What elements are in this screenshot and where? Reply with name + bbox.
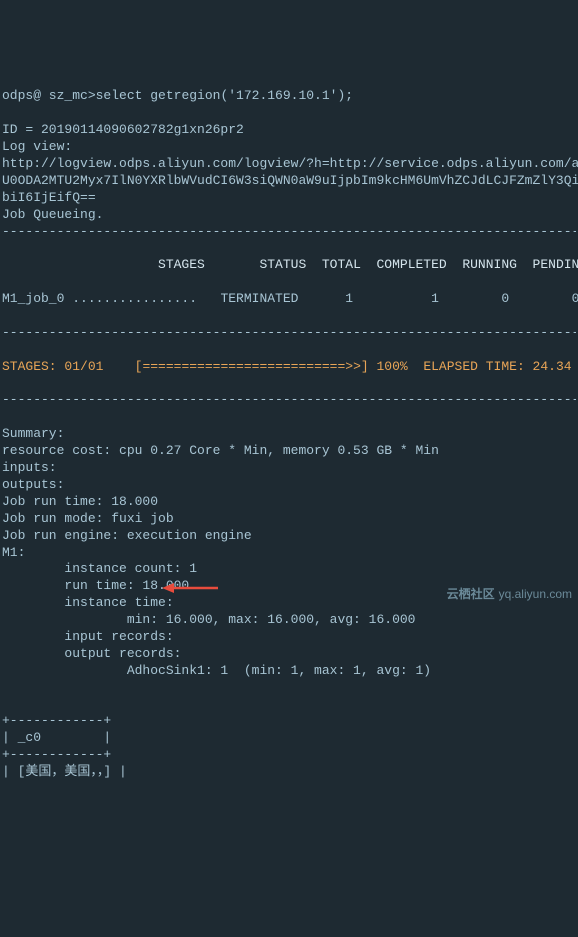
result-row: | [美国，美国，，] | bbox=[2, 764, 127, 779]
m1-instance-time-values: min: 16.000, max: 16.000, avg: 16.000 bbox=[2, 612, 415, 627]
m1-output-records: output records: bbox=[2, 646, 181, 661]
summary-m1-label: M1: bbox=[2, 545, 25, 560]
summary-resource: resource cost: cpu 0.27 Core * Min, memo… bbox=[2, 443, 439, 458]
result-border-top: +------------+ bbox=[2, 713, 111, 728]
m1-instance-time-label: instance time: bbox=[2, 595, 174, 610]
prompt-prefix: odps@ sz_mc> bbox=[2, 88, 96, 103]
result-header: | _c0 | bbox=[2, 730, 111, 745]
watermark-cn: 云栖社区 bbox=[447, 587, 495, 601]
divider-mid1: ----------------------------------------… bbox=[2, 325, 576, 342]
job-id: ID = 20190114090602782g1xn26pr2 bbox=[2, 122, 244, 137]
summary-outputs: outputs: bbox=[2, 477, 64, 492]
summary-title: Summary: bbox=[2, 426, 64, 441]
terminal-output: odps@ sz_mc>select getregion('172.169.10… bbox=[0, 68, 578, 785]
divider-top: ----------------------------------------… bbox=[2, 224, 576, 241]
queue-status: Job Queueing. bbox=[2, 207, 103, 222]
log-url-line-2: U0ODA2MTU2Myx7IlN0YXRlbWVudCI6W3siQWN0aW… bbox=[2, 173, 578, 188]
summary-runtime: Job run time: 18.000 bbox=[2, 494, 158, 509]
m1-input-records: input records: bbox=[2, 629, 174, 644]
command-text: select getregion('172.169.10.1'); bbox=[96, 88, 353, 103]
divider-mid2: ----------------------------------------… bbox=[2, 392, 576, 409]
table-row: M1_job_0 ................ TERMINATED 1 1… bbox=[2, 291, 576, 308]
log-url-line-3: biI6IjEifQ== bbox=[2, 190, 96, 205]
m1-instance-count: instance count: 1 bbox=[2, 561, 197, 576]
progress-bar-line: STAGES: 01/01 [=========================… bbox=[2, 359, 576, 376]
summary-engine: Job run engine: execution engine bbox=[2, 528, 252, 543]
result-border-mid: +------------+ bbox=[2, 747, 111, 762]
summary-inputs: inputs: bbox=[2, 460, 57, 475]
watermark-url: yq.aliyun.com bbox=[499, 587, 572, 601]
log-view-label: Log view: bbox=[2, 139, 72, 154]
m1-run-time: run time: 18.000 bbox=[2, 578, 189, 593]
table-header: STAGES STATUS TOTAL COMPLETED RUNNING PE… bbox=[2, 257, 576, 274]
watermark: 云栖社区 yq.aliyun.com bbox=[440, 572, 572, 603]
log-url-line-1: http://logview.odps.aliyun.com/logview/?… bbox=[2, 156, 578, 171]
m1-adhoc-sink: AdhocSink1: 1 (min: 1, max: 1, avg: 1) bbox=[2, 663, 431, 678]
summary-mode: Job run mode: fuxi job bbox=[2, 511, 174, 526]
